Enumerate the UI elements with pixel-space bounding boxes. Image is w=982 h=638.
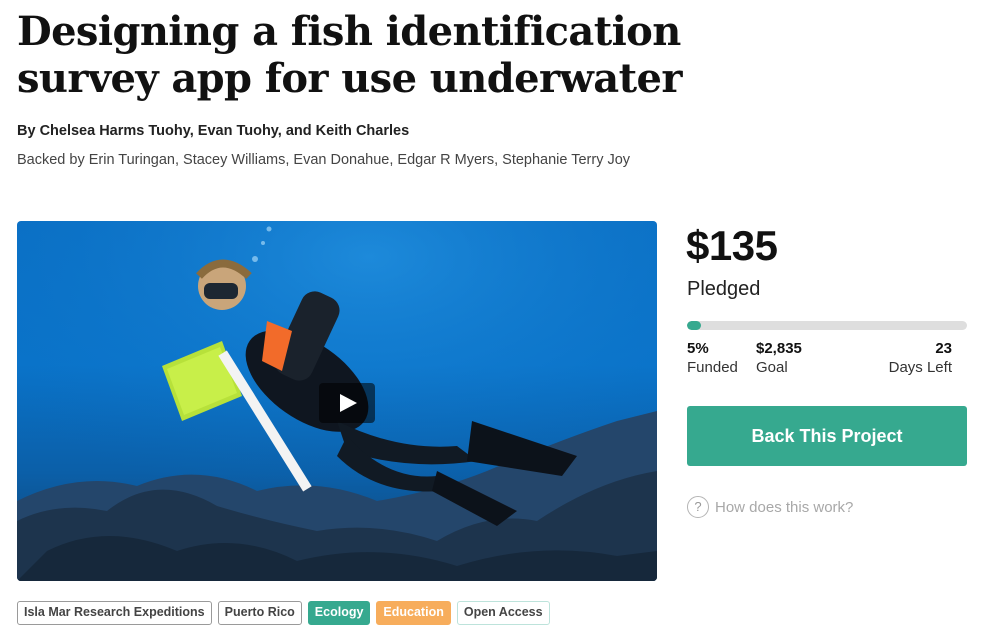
goal-value: $2,835 <box>756 340 802 357</box>
question-circle-icon: ? <box>687 496 709 518</box>
back-project-button[interactable]: Back This Project <box>687 406 967 466</box>
play-icon <box>340 394 357 412</box>
funded-value: 5% <box>687 340 709 357</box>
goal-label: Goal <box>756 359 788 376</box>
how-it-works-link[interactable]: ? How does this work? <box>687 496 853 518</box>
project-authors: By Chelsea Harms Tuohy, Evan Tuohy, and … <box>17 123 410 139</box>
project-title: Designing a fish identification survey a… <box>17 8 682 102</box>
tag-education[interactable]: Education <box>376 601 451 625</box>
stat-goal: $2,835 Goal <box>756 340 802 376</box>
project-video[interactable] <box>17 221 657 581</box>
days-left-label: Days Left <box>888 359 952 376</box>
funding-progress-bar <box>687 321 967 330</box>
funding-progress-fill <box>687 321 701 330</box>
days-left-value: 23 <box>935 340 952 357</box>
how-it-works-text[interactable]: How does this work? <box>715 499 853 516</box>
pledged-label: Pledged <box>687 278 761 300</box>
video-play-button[interactable] <box>319 383 375 423</box>
tag-isla-mar[interactable]: Isla Mar Research Expeditions <box>17 601 212 625</box>
stat-days-left: 23 Days Left <box>889 340 952 376</box>
stat-funded: 5% Funded <box>687 340 738 376</box>
pledged-amount: $135 <box>686 222 778 269</box>
tag-puerto-rico[interactable]: Puerto Rico <box>217 601 302 625</box>
project-backers: Backed by Erin Turingan, Stacey Williams… <box>17 152 631 168</box>
project-tags: Isla Mar Research Expeditions Puerto Ric… <box>17 601 550 625</box>
tag-open-access[interactable]: Open Access <box>456 601 550 625</box>
tag-ecology[interactable]: Ecology <box>307 601 371 625</box>
funded-label: Funded <box>687 359 738 376</box>
